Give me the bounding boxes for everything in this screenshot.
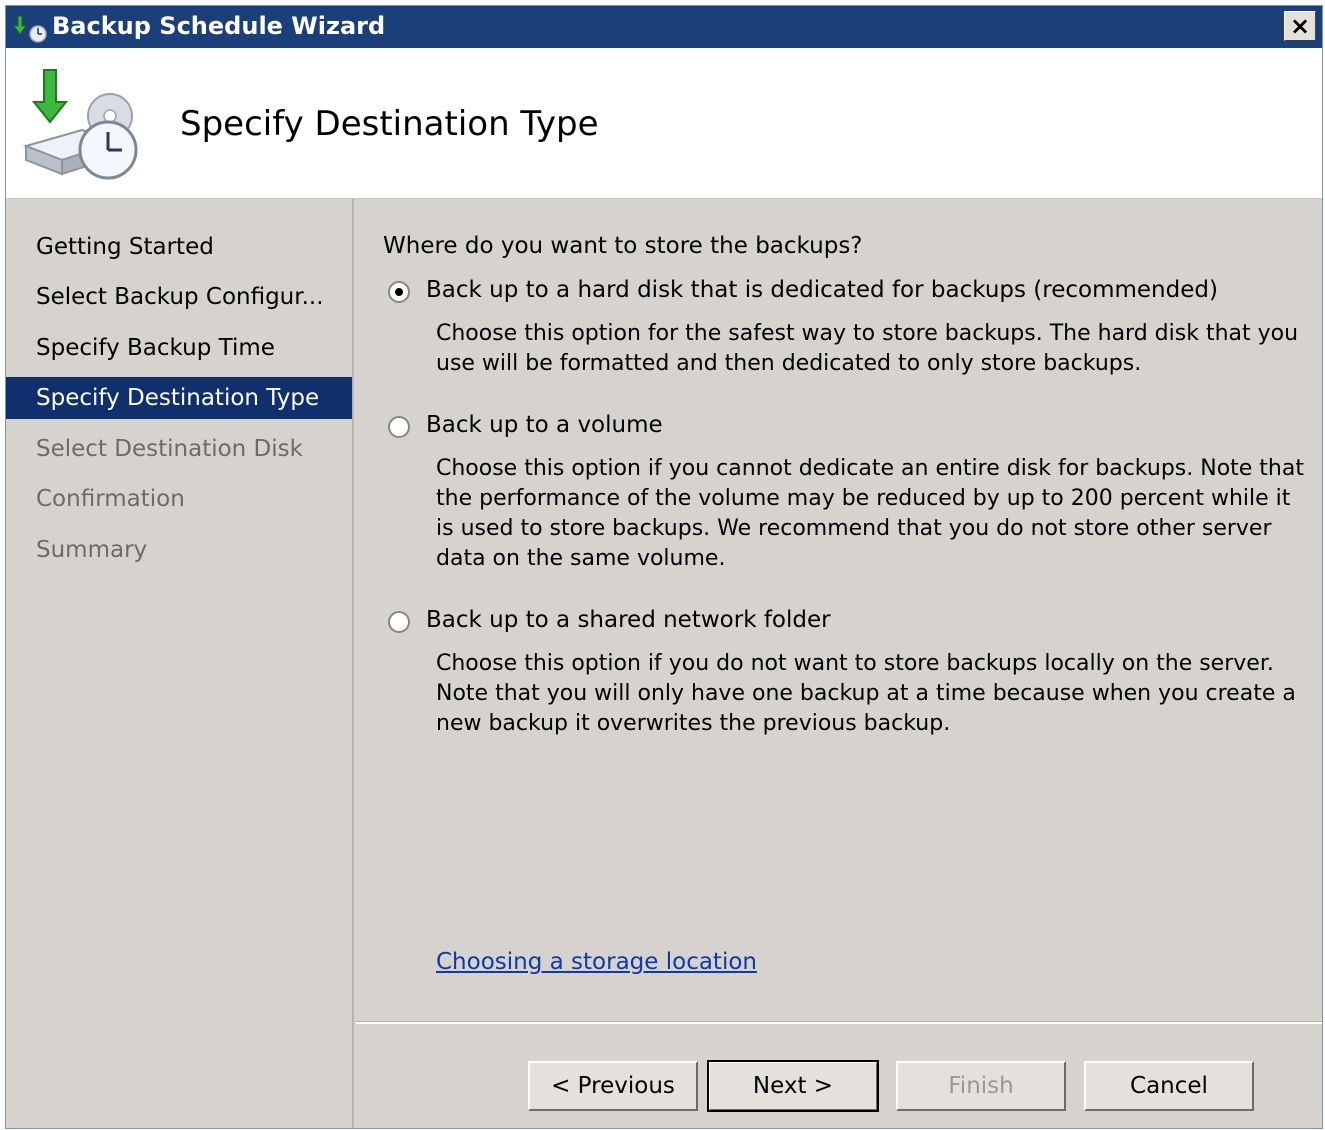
title-bar[interactable]: Backup Schedule Wizard × [6,6,1322,48]
option-dedicated-disk-radio[interactable] [388,281,410,303]
option-network-folder-radio[interactable] [388,611,410,633]
close-button[interactable]: × [1284,11,1316,41]
storage-location-help-link[interactable]: Choosing a storage location [436,949,757,975]
option-volume-label[interactable]: Back up to a volume [426,412,663,438]
footer-divider [356,1021,1322,1024]
destination-question: Where do you want to store the backups? [383,233,863,259]
next-button[interactable]: Next > [707,1060,879,1112]
page-title: Specify Destination Type [180,104,599,144]
wizard-header: Specify Destination Type [6,48,1322,199]
cancel-button[interactable]: Cancel [1084,1061,1254,1111]
nav-divider [352,199,354,1128]
wizard-content: Where do you want to store the backups? … [356,199,1322,1128]
step-select-destination-disk: Select Destination Disk [36,436,303,462]
option-volume-description: Choose this option if you cannot dedicat… [436,456,1304,571]
wizard-step-list: Getting Started Select Backup Configur..… [6,199,354,1128]
option-dedicated-disk-description: Choose this option for the safest way to… [436,321,1299,376]
previous-button[interactable]: < Previous [528,1061,698,1111]
option-network-folder-label[interactable]: Back up to a shared network folder [426,607,831,633]
finish-button: Finish [896,1061,1066,1111]
step-specify-destination-type[interactable]: Specify Destination Type [6,377,352,419]
step-summary: Summary [36,537,148,563]
option-volume-radio[interactable] [388,416,410,438]
step-confirmation: Confirmation [36,486,185,512]
step-getting-started[interactable]: Getting Started [6,226,352,268]
option-dedicated-disk-label[interactable]: Back up to a hard disk that is dedicated… [426,277,1218,303]
window-title: Backup Schedule Wizard [52,12,386,40]
option-network-folder-description: Choose this option if you do not want to… [436,651,1296,736]
step-select-backup-configuration[interactable]: Select Backup Configur... [6,276,352,318]
wizard-window: Backup Schedule Wizard × Specify Destina… [5,5,1323,1129]
close-icon: × [1289,12,1311,40]
backup-schedule-icon [13,15,47,43]
step-specify-backup-time[interactable]: Specify Backup Time [6,327,352,369]
backup-drive-clock-icon [22,69,138,180]
